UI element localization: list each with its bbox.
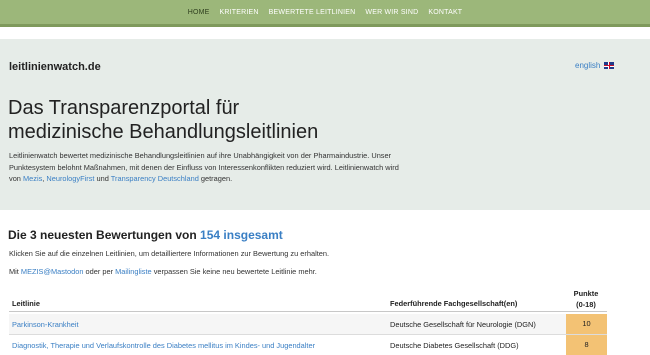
language-label[interactable]: english: [575, 61, 600, 70]
follow-hint: Mit MEZIS@Mastodon oder per Mailingliste…: [9, 267, 317, 276]
link-mailingliste[interactable]: Mailingliste: [115, 267, 152, 276]
link-mastodon[interactable]: MEZIS@Mastodon: [21, 267, 84, 276]
nav-bewertete-leitlinien[interactable]: BEWERTETE LEITLINIEN: [264, 9, 361, 16]
follow-prefix: Mit: [9, 267, 21, 276]
link-total-ratings[interactable]: 154 insgesamt: [200, 228, 283, 242]
follow-mid: oder per: [83, 267, 116, 276]
guideline-link[interactable]: Parkinson-Krankheit: [12, 320, 79, 329]
col-header-points-1: Punkte: [573, 289, 599, 298]
intro-text: Leitlinienwatch bewertet medizinische Be…: [9, 150, 404, 185]
points-cell: 8: [566, 335, 607, 355]
language-switch[interactable]: english: [575, 61, 615, 70]
click-hint: Klicken Sie auf die einzelnen Leitlinien…: [9, 249, 330, 258]
uk-flag-icon[interactable]: [604, 62, 615, 69]
nav-kriterien[interactable]: KRITERIEN: [215, 9, 264, 16]
latest-title: Die 3 neuesten Bewertungen von 154 insge…: [8, 228, 283, 242]
site-name[interactable]: leitlinienwatch.de: [9, 61, 101, 73]
table-row: Parkinson-Krankheit Deutsche Gesellschaf…: [9, 314, 607, 334]
col-header-society: Federführende Fachgesellschaft(en): [390, 299, 518, 308]
intro-sep2: und: [94, 174, 111, 183]
link-mezis[interactable]: Mezis: [23, 174, 42, 183]
latest-title-prefix: Die 3 neuesten Bewertungen von: [8, 228, 201, 242]
table-header-divider: [9, 311, 607, 312]
col-header-points: Punkte (0-18): [568, 288, 604, 310]
guideline-link[interactable]: Diagnostik, Therapie und Verlaufskontrol…: [12, 341, 315, 350]
intro-end: getragen.: [198, 174, 233, 183]
points-cell: 10: [566, 314, 607, 334]
page-title-line2: medizinische Behandlungsleitlinien: [8, 121, 319, 143]
society-cell: Deutsche Gesellschaft für Neurologie (DG…: [390, 320, 536, 329]
nav-wer-wir-sind[interactable]: WER WIR SIND: [360, 9, 423, 16]
main-nav: HOME KRITERIEN BEWERTETE LEITLINIEN WER …: [0, 9, 650, 16]
col-header-leitlinie: Leitlinie: [12, 299, 40, 308]
society-cell: Deutsche Diabetes Gesellschaft (DDG): [390, 341, 519, 350]
top-navbar: HOME KRITERIEN BEWERTETE LEITLINIEN WER …: [0, 0, 650, 27]
link-neurologyfirst[interactable]: NeurologyFirst: [46, 174, 94, 183]
col-header-points-2: (0-18): [576, 300, 596, 309]
table-row: Diagnostik, Therapie und Verlaufskontrol…: [9, 334, 607, 355]
follow-end: verpassen Sie keine neu bewertete Leitli…: [151, 267, 317, 276]
page-title-line1: Das Transparenzportal für: [8, 97, 240, 119]
nav-kontakt[interactable]: KONTAKT: [423, 9, 467, 16]
link-transparency-deutschland[interactable]: Transparency Deutschland: [111, 174, 199, 183]
nav-home[interactable]: HOME: [183, 9, 215, 16]
page-title: Das Transparenzportal für medizinische B…: [8, 96, 428, 144]
